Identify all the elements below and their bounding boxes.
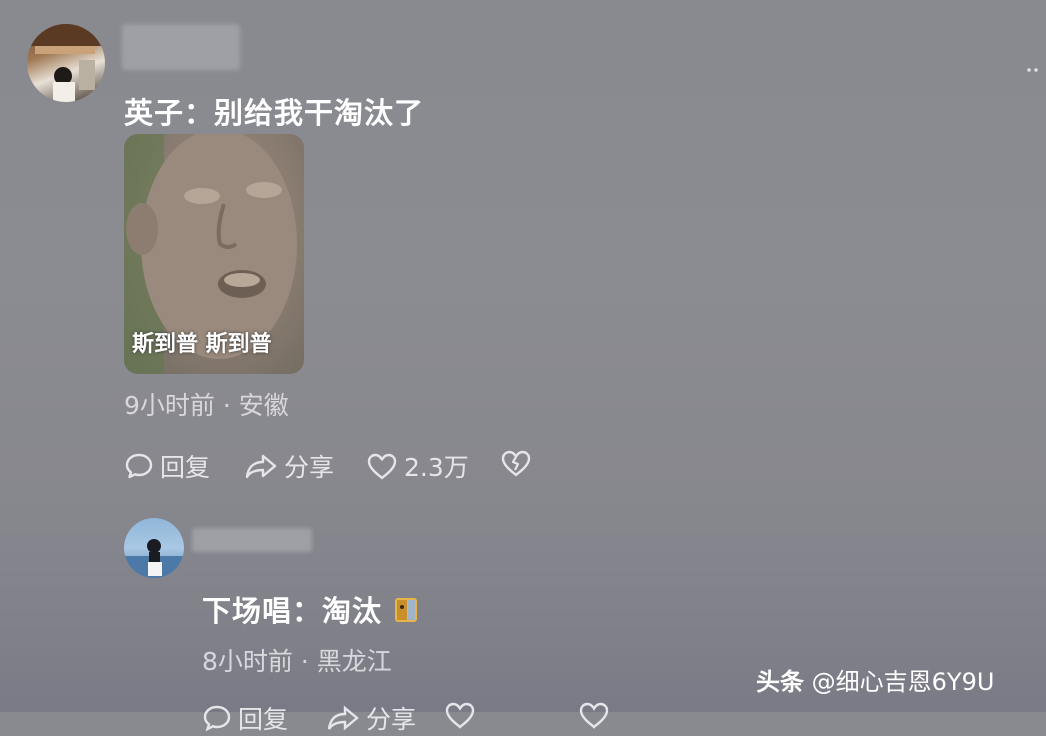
reply-text-content: 下场唱：淘汰	[202, 594, 383, 628]
watermark: 头条 @细心吉恩6Y9U	[756, 662, 994, 697]
avatar-photo-icon	[27, 24, 105, 102]
broken-heart-icon	[501, 450, 531, 477]
reply-button[interactable]: 回复	[124, 448, 210, 484]
reply-text: 下场唱：淘汰	[202, 588, 420, 630]
share-arrow-icon	[327, 705, 359, 731]
heart-icon	[367, 453, 397, 480]
reply-share-button[interactable]: 分享	[326, 700, 416, 736]
commenter-username[interactable]	[122, 24, 240, 70]
reply-reply-label: 回复	[238, 705, 289, 734]
sticker-caption: 斯到普 斯到普	[132, 332, 272, 357]
comment-meta: 9小时前 · 安徽	[124, 391, 289, 420]
reply-like-button[interactable]	[444, 700, 482, 730]
reply-username[interactable]	[192, 528, 312, 552]
dots-icon	[1027, 68, 1038, 72]
comment-text: 英子：别给我干淘汰了	[124, 96, 425, 130]
watermark-brand: 头条	[756, 668, 804, 696]
broken-heart-icon	[579, 702, 609, 729]
avatar-photo-icon	[124, 539, 184, 578]
comment-bubble-icon	[203, 705, 231, 732]
like-count: 2.3万	[404, 453, 469, 482]
like-button[interactable]: 2.3万	[366, 448, 469, 484]
commenter-avatar[interactable]	[27, 24, 105, 102]
heart-icon	[445, 702, 475, 729]
share-button[interactable]: 分享	[244, 448, 334, 484]
reply-reply-button[interactable]: 回复	[202, 700, 288, 736]
watermark-handle: @细心吉恩6Y9U	[811, 668, 995, 696]
share-label: 分享	[284, 453, 335, 482]
reply-dislike-button[interactable]	[578, 700, 616, 730]
reply-meta: 8小时前 · 黑龙江	[202, 647, 392, 676]
reply-share-label: 分享	[366, 705, 417, 734]
comment-bubble-icon	[125, 453, 153, 479]
hamster-emoji-icon	[395, 598, 418, 622]
share-arrow-icon	[245, 454, 277, 479]
comment-sticker-image[interactable]: 斯到普 斯到普	[124, 134, 304, 374]
reply-avatar[interactable]	[124, 518, 184, 578]
reply-label: 回复	[160, 453, 211, 482]
more-options-icon[interactable]	[1026, 58, 1042, 72]
dislike-button[interactable]	[500, 448, 538, 478]
